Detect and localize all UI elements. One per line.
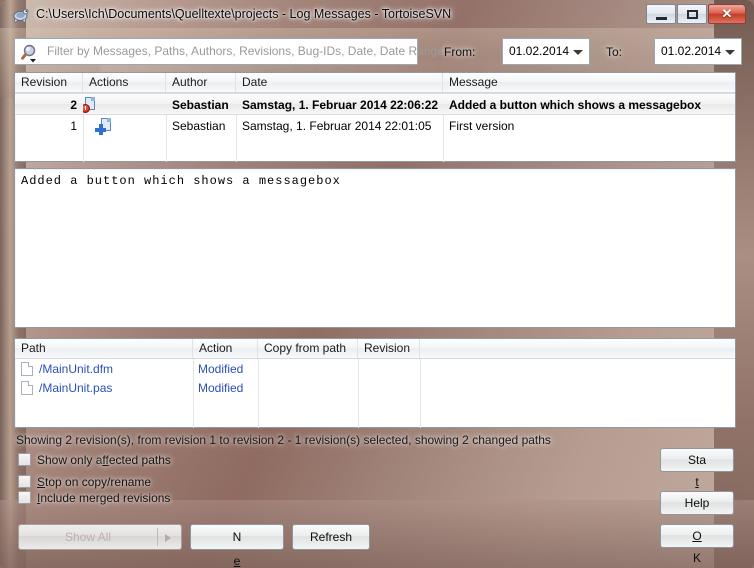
filter-bar: Filter by Messages, Paths, Authors, Revi…: [14, 38, 742, 66]
to-date-picker[interactable]: 01.02.2014: [654, 38, 742, 65]
list-item[interactable]: /MainUnit.pas Modified: [15, 379, 735, 398]
status-text: Showing 2 revision(s), from revision 1 t…: [16, 433, 551, 447]
table-row[interactable]: 2 Sebastian Samstag, 1. Februar 2014 22:…: [15, 93, 735, 115]
column-header-actions[interactable]: Actions: [83, 73, 166, 92]
path-action: Modified: [198, 381, 244, 395]
search-icon[interactable]: [21, 43, 41, 63]
minimize-icon: [656, 17, 667, 20]
from-date-picker[interactable]: 01.02.2014: [502, 38, 590, 65]
help-button-label: Help: [684, 496, 710, 510]
title-bar[interactable]: C:\Users\Ich\Documents\Quelltexte\projec…: [0, 0, 754, 28]
cell-revision: 2: [70, 98, 77, 112]
revision-list[interactable]: Revision Actions Author Date Message 2 S…: [14, 72, 736, 162]
cell-message: Added a button which shows a messagebox: [449, 98, 702, 112]
to-label: To:: [606, 45, 623, 59]
column-header-author[interactable]: Author: [166, 73, 236, 92]
close-icon: ✕: [721, 6, 733, 21]
changed-paths-list[interactable]: Path Action Copy from path Revision /Mai…: [14, 338, 736, 428]
filter-input[interactable]: Filter by Messages, Paths, Authors, Revi…: [14, 38, 444, 65]
path-name[interactable]: /MainUnit.pas: [39, 379, 112, 398]
refresh-button[interactable]: Refresh: [292, 524, 370, 550]
chevron-right-icon[interactable]: [165, 534, 171, 542]
added-icon: [95, 118, 112, 135]
maximize-icon: [687, 10, 698, 19]
checkbox-label: Include merged revisions: [37, 491, 171, 505]
file-icon: [21, 381, 33, 395]
column-header-action[interactable]: Action: [193, 339, 258, 358]
split-button-divider: [157, 528, 158, 546]
list-item[interactable]: /MainUnit.dfm Modified: [15, 360, 735, 379]
to-date-value: 01.02.2014: [661, 44, 722, 58]
column-header-path-revision[interactable]: Revision: [358, 339, 420, 358]
minimize-button[interactable]: [646, 4, 676, 24]
refresh-button-label: Refresh: [309, 530, 353, 544]
cell-date: Samstag, 1. Februar 2014 22:06:22: [242, 98, 439, 112]
cell-author: Sebastian: [172, 98, 229, 112]
close-button[interactable]: ✕: [708, 4, 746, 24]
statistics-button[interactable]: Statistics: [660, 448, 734, 511]
show-all-button[interactable]: Show All: [18, 524, 182, 550]
cell-actions: [83, 115, 166, 137]
next-100-button-label: Next 100: [232, 530, 242, 568]
maximize-button[interactable]: [677, 4, 707, 24]
log-messages-window: C:\Users\Ich\Documents\Quelltexte\projec…: [0, 0, 754, 568]
help-button[interactable]: Help: [660, 491, 734, 515]
revision-list-header: Revision Actions Author Date Message: [15, 73, 735, 93]
show-all-button-label: Show All: [64, 530, 112, 544]
path-name[interactable]: /MainUnit.dfm: [39, 360, 113, 379]
cell-revision: 1: [70, 119, 77, 133]
file-icon: [21, 362, 33, 376]
filter-placeholder-text: Filter by Messages, Paths, Authors, Revi…: [47, 44, 444, 58]
commit-message-text: Added a button which shows a messagebox: [21, 174, 341, 188]
cell-author: Sebastian: [172, 119, 226, 133]
modified-icon: [83, 97, 96, 113]
column-header-date[interactable]: Date: [236, 73, 443, 92]
column-header-revision[interactable]: Revision: [15, 73, 83, 92]
ok-button[interactable]: OK: [660, 524, 734, 565]
from-date-value: 01.02.2014: [509, 44, 570, 58]
next-100-button[interactable]: Next 100: [190, 524, 284, 568]
from-label: From:: [444, 45, 476, 59]
cell-date: Samstag, 1. Februar 2014 22:01:05: [242, 119, 432, 133]
path-action: Modified: [198, 362, 244, 376]
checkbox-box[interactable]: [18, 491, 31, 504]
checkbox-label: Show only affected paths: [37, 453, 171, 467]
tortoisesvn-turtle-icon: [13, 8, 29, 23]
ok-button-label: OK: [692, 529, 702, 565]
cell-actions: [83, 94, 166, 116]
column-header-filler: [420, 339, 735, 358]
commit-message-pane[interactable]: Added a button which shows a messagebox: [14, 168, 736, 328]
cell-message: First version: [449, 119, 515, 133]
column-header-path[interactable]: Path: [15, 339, 193, 358]
chevron-down-icon[interactable]: [725, 50, 735, 55]
chevron-down-icon[interactable]: [573, 50, 583, 55]
checkbox-box[interactable]: [18, 453, 31, 466]
column-header-copy-from-path[interactable]: Copy from path: [258, 339, 358, 358]
changed-paths-header: Path Action Copy from path Revision: [15, 339, 735, 359]
table-row[interactable]: 1 Sebastian Samstag, 1. Februar 2014 22:…: [15, 115, 735, 137]
checkbox-box[interactable]: [18, 475, 31, 488]
window-title: C:\Users\Ich\Documents\Quelltexte\projec…: [36, 7, 452, 21]
column-header-message[interactable]: Message: [443, 73, 735, 92]
